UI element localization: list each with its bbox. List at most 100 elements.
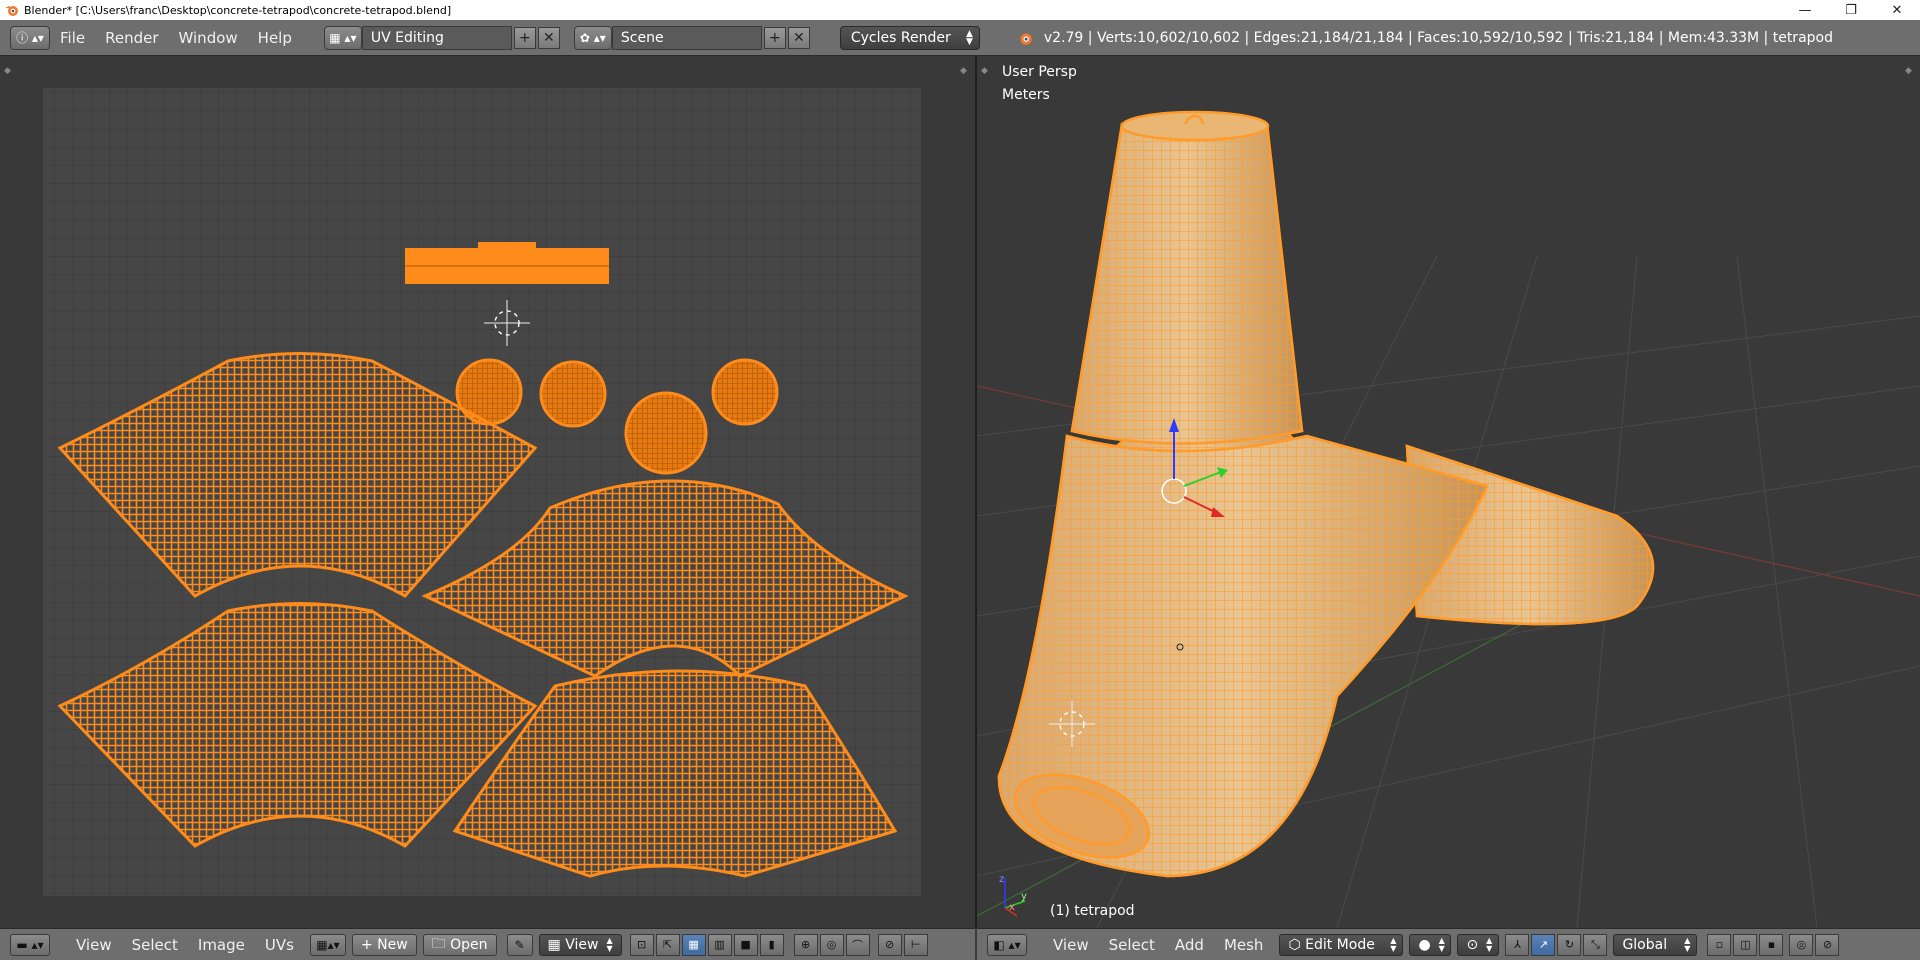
plus-icon: + (519, 29, 531, 46)
face-select-icon[interactable]: ■ (733, 933, 758, 956)
viewport-canvas[interactable]: z y x (977, 56, 1920, 928)
chevron-updown-icon: ▲ ▼ (1390, 935, 1397, 953)
sync-selection-icon[interactable]: ⇱ (655, 933, 680, 956)
tetrapod-mesh (997, 110, 1655, 878)
menu-render[interactable]: Render (95, 26, 168, 50)
menu-window[interactable]: Window (169, 26, 248, 50)
remove-scene-button[interactable]: ✕ (787, 26, 810, 49)
close-button[interactable]: ✕ (1874, 0, 1920, 20)
manipulator-toggle-icon[interactable]: ⅄ (1505, 933, 1530, 956)
viewport-header: ◧ ▴▾ View Select Add Mesh ⬡ Edit Mode ▲ ▼… (977, 928, 1920, 960)
proportional-edit-icon[interactable]: ◎ (1789, 933, 1814, 956)
cube-icon: ◧ ▴▾ (993, 937, 1021, 952)
pin-image-button[interactable]: ✎ (506, 933, 533, 956)
svg-text:y: y (1021, 891, 1027, 902)
chevron-updown-icon: ▲ ▼ (1438, 935, 1445, 953)
blender-logo-icon (1020, 33, 1032, 45)
add-scene-button[interactable]: + (763, 26, 786, 49)
object-label: (1) tetrapod (1050, 903, 1135, 919)
uv-menu-image[interactable]: Image (188, 936, 255, 954)
axis-gizmo-icon: z y x (999, 874, 1027, 917)
screen-layout-selector[interactable]: ▦ ▴▾ (323, 25, 362, 50)
falloff-icon[interactable]: ⌒ (845, 933, 870, 956)
screen-layout-name: UV Editing (370, 29, 444, 46)
uv-island-top-strip (405, 242, 609, 284)
sphere-icon: ● (1418, 936, 1431, 953)
mode-dropdown[interactable]: ⬡ Edit Mode ▲ ▼ (1279, 933, 1404, 956)
uv-canvas[interactable] (0, 56, 975, 928)
open-image-button[interactable]: 🗀 Open (422, 933, 497, 956)
rotate-manipulator-icon[interactable]: ↻ (1557, 933, 1582, 956)
layout-icon: ▦ ▴▾ (329, 30, 357, 45)
close-icon: ✕ (543, 29, 555, 46)
render-engine-dropdown[interactable]: Cycles Render ▲ ▼ (839, 25, 980, 50)
image-icon: ▦ (547, 936, 566, 953)
snap-icon[interactable]: ⊘ (1815, 933, 1840, 956)
island-select-icon[interactable]: ▮ (759, 933, 784, 956)
uv-menu-view[interactable]: View (66, 936, 122, 954)
v3d-menu-add[interactable]: Add (1165, 936, 1214, 954)
chevron-updown-icon: ▲ ▼ (965, 28, 973, 47)
image-editor-icon: ▬ ▴▾ (16, 937, 44, 952)
blender-logo-icon (5, 6, 18, 16)
scene-icon: ✿ ▴▾ (579, 30, 606, 45)
close-icon: ✕ (793, 29, 805, 46)
folder-icon: 🗀 (431, 935, 451, 952)
edge-select-icon[interactable]: ◫ (1733, 933, 1758, 956)
uv-menu-uvs[interactable]: UVs (255, 936, 304, 954)
chevron-updown-icon: ▲ ▼ (606, 935, 613, 953)
orientation-label: Global (1622, 936, 1668, 953)
screen-layout-field[interactable]: UV Editing (361, 25, 512, 50)
chevron-updown-icon: ▲ ▼ (1486, 935, 1493, 953)
units-label: Meters (1002, 87, 1050, 103)
menu-help[interactable]: Help (248, 26, 302, 50)
remove-screen-button[interactable]: ✕ (537, 26, 560, 49)
svg-text:z: z (999, 874, 1004, 885)
plus-icon: + (360, 936, 378, 953)
edge-select-icon[interactable]: ▥ (707, 933, 732, 956)
new-image-button[interactable]: + New (351, 933, 417, 956)
scene-selector[interactable]: ✿ ▴▾ (573, 25, 612, 50)
pivot-icon[interactable]: ⊡ (629, 933, 654, 956)
image-icon: ▦▴▾ (316, 937, 340, 952)
v3d-menu-select[interactable]: Select (1099, 936, 1165, 954)
editor-type-button[interactable]: ▬ ▴▾ (10, 933, 50, 956)
uv-image-editor[interactable]: ◆ ◆ (0, 56, 975, 928)
mode-label: Edit Mode (1305, 936, 1375, 953)
proportional-edit-icon[interactable]: ◎ (819, 933, 844, 956)
scale-manipulator-icon[interactable]: ⤡ (1583, 933, 1608, 956)
v3d-menu-view[interactable]: View (1043, 936, 1099, 954)
orientation-dropdown[interactable]: Global ▲ ▼ (1613, 933, 1698, 956)
shading-dropdown[interactable]: ● ▲ ▼ (1409, 933, 1452, 956)
pin-icon: ✎ (514, 937, 525, 952)
snap-icon[interactable]: ⊘ (877, 933, 902, 956)
svg-text:x: x (1009, 902, 1015, 913)
render-engine-label: Cycles Render (850, 29, 951, 46)
view-mode-dropdown[interactable]: ▦ View ▲ ▼ (538, 933, 622, 956)
maximize-button[interactable]: ❐ (1828, 0, 1874, 20)
3d-viewport[interactable]: ◆ ◆ z y x User Persp Meters (1) tetrapod (977, 56, 1920, 928)
stats-text: v2.79 | Verts:10,602/10,602 | Edges:21,1… (1043, 29, 1833, 46)
pivot-dropdown[interactable]: ⊙ ▲ ▼ (1457, 933, 1500, 956)
plus-icon: + (769, 29, 781, 46)
image-browse-button[interactable]: ▦▴▾ (309, 933, 346, 956)
new-label: New (377, 936, 408, 953)
translate-manipulator-icon[interactable]: ↗ (1531, 933, 1556, 956)
editor-type-button[interactable]: ◧ ▴▾ (987, 933, 1027, 956)
menu-file[interactable]: File (50, 26, 95, 50)
scene-field[interactable]: Scene (611, 25, 762, 50)
uv-menu-select[interactable]: Select (122, 936, 188, 954)
sticky-mode-icon[interactable]: ⊕ (793, 933, 818, 956)
vertex-select-icon[interactable]: ▦ (681, 933, 706, 956)
editor-type-button[interactable]: ⓘ ▴▾ (10, 25, 50, 50)
add-screen-button[interactable]: + (513, 26, 536, 49)
snap-target-icon[interactable]: ⊢ (903, 933, 928, 956)
view-mode-label: View (565, 936, 599, 953)
edit-mode-icon: ⬡ (1288, 936, 1306, 953)
v3d-menu-mesh[interactable]: Mesh (1214, 936, 1274, 954)
face-select-icon[interactable]: ▪ (1759, 933, 1784, 956)
view-name: User Persp (1002, 64, 1077, 80)
vertex-select-icon[interactable]: ▫ (1707, 933, 1732, 956)
info-icon: ⓘ ▴▾ (16, 31, 44, 45)
minimize-button[interactable]: — (1782, 0, 1828, 20)
